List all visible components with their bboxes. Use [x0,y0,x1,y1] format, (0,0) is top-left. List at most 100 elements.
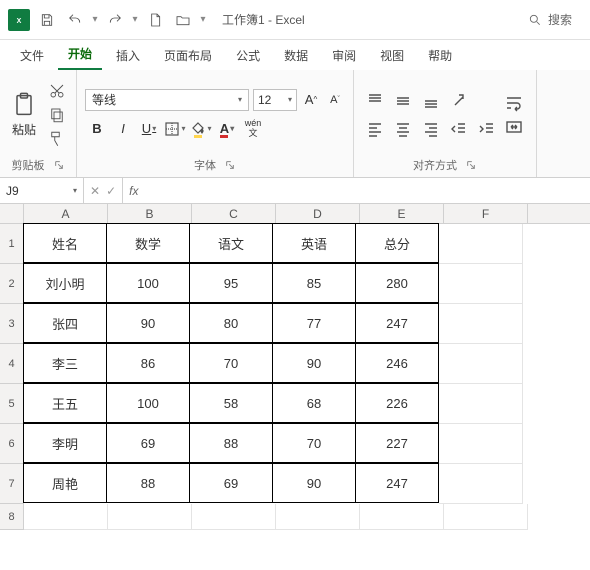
align-left-icon[interactable] [362,116,388,142]
font-size-select[interactable]: 12▾ [253,89,297,111]
fx-icon[interactable]: fx [123,178,144,203]
column-header[interactable]: D [276,204,360,223]
cell[interactable]: 68 [272,383,356,423]
phonetic-button[interactable]: wén文 [241,117,265,141]
cell[interactable] [439,304,523,344]
font-launcher-icon[interactable] [224,159,236,171]
cell[interactable]: 90 [272,463,356,503]
cell[interactable] [192,504,276,530]
row-header[interactable]: 7 [0,464,24,504]
cell[interactable]: 280 [355,263,439,303]
font-name-select[interactable]: 等线▾ [85,89,249,111]
tab-data[interactable]: 数据 [274,41,318,70]
cell[interactable]: 张四 [23,303,107,343]
cell[interactable]: 85 [272,263,356,303]
undo-icon[interactable] [62,7,88,33]
cut-icon[interactable] [46,80,68,102]
cell[interactable]: 90 [106,303,190,343]
merge-center-icon[interactable] [504,117,524,137]
orientation-icon[interactable] [446,88,472,114]
cell[interactable]: 226 [355,383,439,423]
row-header[interactable]: 5 [0,384,24,424]
cell[interactable]: 100 [106,383,190,423]
border-button[interactable]: ▾ [163,117,187,141]
name-box[interactable]: J9▾ [0,178,84,203]
cell[interactable]: 95 [189,263,273,303]
cell[interactable]: 王五 [23,383,107,423]
cell[interactable]: 227 [355,423,439,463]
tab-review[interactable]: 审阅 [322,41,366,70]
cell[interactable]: 李明 [23,423,107,463]
cell[interactable] [108,504,192,530]
cell[interactable]: 英语 [272,223,356,263]
cell[interactable] [439,224,523,264]
row-header[interactable]: 6 [0,424,24,464]
format-painter-icon[interactable] [46,128,68,150]
dropdown-caret-icon[interactable]: ▾ [90,14,100,25]
cell[interactable]: 69 [189,463,273,503]
qat-overflow-icon[interactable]: ▾ [198,14,208,25]
dropdown-caret-icon[interactable]: ▾ [130,14,140,25]
cell[interactable]: 88 [189,423,273,463]
cell[interactable]: 数学 [106,223,190,263]
cell[interactable] [360,504,444,530]
row-header[interactable]: 2 [0,264,24,304]
cell[interactable] [444,504,528,530]
row-header[interactable]: 1 [0,224,24,264]
decrease-font-icon[interactable]: Aˇ [325,89,345,111]
paste-button[interactable]: 粘贴 [8,89,40,140]
tab-view[interactable]: 视图 [370,41,414,70]
tab-insert[interactable]: 插入 [106,41,150,70]
cell[interactable]: 李三 [23,343,107,383]
save-icon[interactable] [34,7,60,33]
cell[interactable] [439,384,523,424]
cell[interactable] [439,424,523,464]
tab-home[interactable]: 开始 [58,39,102,70]
cell[interactable]: 姓名 [23,223,107,263]
cell[interactable] [439,344,523,384]
align-center-icon[interactable] [390,116,416,142]
copy-icon[interactable] [46,104,68,126]
cell[interactable]: 70 [272,423,356,463]
cell[interactable]: 90 [272,343,356,383]
cell[interactable]: 77 [272,303,356,343]
new-file-icon[interactable] [142,7,168,33]
open-folder-icon[interactable] [170,7,196,33]
column-header[interactable]: B [108,204,192,223]
search-box[interactable]: 搜索 [518,7,582,32]
cell[interactable]: 100 [106,263,190,303]
cell[interactable]: 周艳 [23,463,107,503]
cell[interactable]: 247 [355,303,439,343]
tab-file[interactable]: 文件 [10,41,54,70]
cell[interactable]: 70 [189,343,273,383]
row-header[interactable]: 8 [0,504,24,530]
column-header[interactable]: A [24,204,108,223]
tab-layout[interactable]: 页面布局 [154,41,222,70]
cell[interactable]: 246 [355,343,439,383]
column-header[interactable]: C [192,204,276,223]
fill-color-button[interactable]: ▾ [189,117,213,141]
cell[interactable] [24,504,108,530]
cell[interactable]: 80 [189,303,273,343]
align-top-icon[interactable] [362,88,388,114]
align-bottom-icon[interactable] [418,88,444,114]
bold-button[interactable]: B [85,117,109,141]
cell[interactable]: 语文 [189,223,273,263]
underline-button[interactable]: U▾ [137,117,161,141]
accept-formula-icon[interactable]: ✓ [106,184,116,198]
cancel-formula-icon[interactable]: ✕ [90,184,100,198]
font-color-button[interactable]: A▾ [215,117,239,141]
increase-indent-icon[interactable] [474,116,500,142]
align-middle-icon[interactable] [390,88,416,114]
cell[interactable]: 总分 [355,223,439,263]
cell[interactable] [439,264,523,304]
wrap-text-icon[interactable] [504,93,524,113]
spreadsheet-grid[interactable]: ABCDEF 1姓名数学语文英语总分2刘小明10095852803张四90807… [0,204,590,530]
cell[interactable]: 刘小明 [23,263,107,303]
select-all-corner[interactable] [0,204,24,223]
column-header[interactable]: F [444,204,528,223]
cell[interactable]: 58 [189,383,273,423]
row-header[interactable]: 4 [0,344,24,384]
align-right-icon[interactable] [418,116,444,142]
formula-input[interactable] [144,178,590,203]
